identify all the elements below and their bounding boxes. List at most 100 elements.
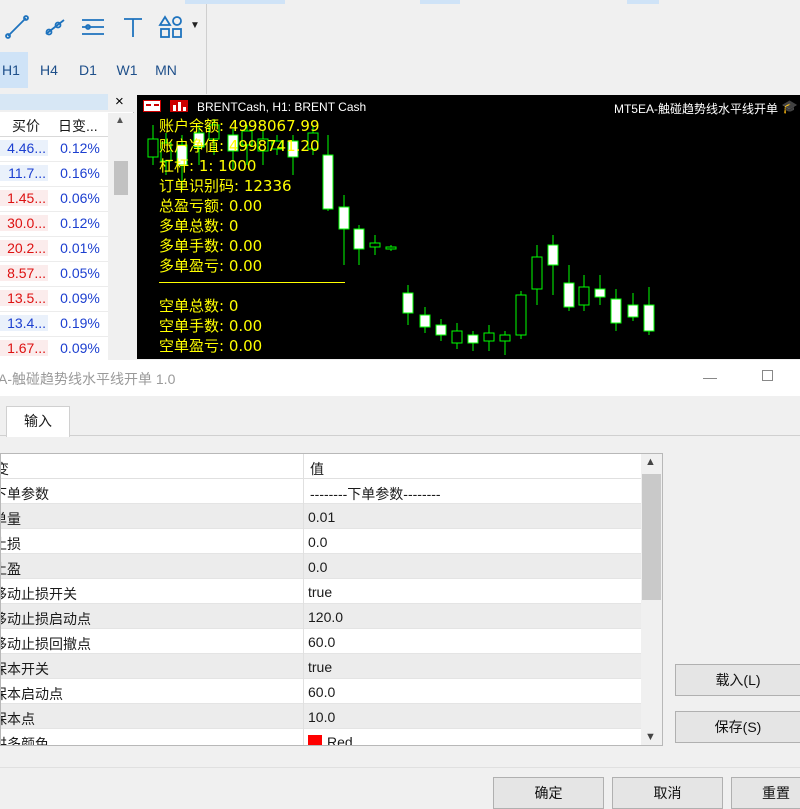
top-strip xyxy=(0,0,800,4)
chart-type-icon xyxy=(143,100,161,112)
market-watch-header: 买价 日变... xyxy=(0,113,108,137)
ok-button[interactable]: 确定 xyxy=(493,777,604,809)
long-count: 多单总数: 0 xyxy=(159,217,239,235)
table-row[interactable]: 保本点 10.0 xyxy=(1,704,641,729)
maximize-icon[interactable] xyxy=(762,370,773,381)
timeframe-w1[interactable]: W1 xyxy=(110,52,144,88)
candle-body xyxy=(322,154,334,210)
daily-change: 0.06% xyxy=(60,190,100,206)
parameters-table: 变 值 下单参数 --------下单参数-------- 单量 0.01 止损 0.… xyxy=(0,453,663,746)
timeframe-h1[interactable]: H1 xyxy=(0,52,28,88)
symbol-row[interactable]: 8.57... 0.05% xyxy=(0,262,108,287)
param-value[interactable]: 60.0 xyxy=(308,684,335,700)
graduation-cap-icon: 🎓 xyxy=(781,99,798,114)
scroll-thumb[interactable] xyxy=(642,474,661,600)
market-watch-rows: 4.46... 0.12% 11.7... 0.16% 1.45... 0.06% 3… xyxy=(0,137,108,362)
account-equity: 账户净值: 4998741.20 xyxy=(159,137,320,155)
param-value[interactable]: 120.0 xyxy=(308,609,343,625)
timeframe-h4[interactable]: H4 xyxy=(32,52,66,88)
shapes-icon[interactable] xyxy=(154,10,188,44)
reset-button[interactable]: 重置 xyxy=(731,777,800,809)
short-count: 空单总数: 0 xyxy=(159,297,239,315)
table-row[interactable]: 止损 0.0 xyxy=(1,529,641,554)
column-daily-change[interactable]: 日变... xyxy=(58,116,98,136)
param-name: 保本开关 xyxy=(1,661,49,677)
info-divider xyxy=(159,282,345,283)
table-row[interactable]: 保本启动点 60.0 xyxy=(1,679,641,704)
param-value[interactable]: --------下单参数-------- xyxy=(310,484,441,504)
scroll-thumb[interactable] xyxy=(114,161,128,195)
param-name: 止盈 xyxy=(1,561,21,577)
bid-price: 13.4... xyxy=(0,315,48,331)
param-value[interactable]: Red xyxy=(308,734,353,745)
param-value[interactable]: 60.0 xyxy=(308,634,335,650)
table-row[interactable]: 单量 0.01 xyxy=(1,504,641,529)
symbol-row[interactable]: 13.4... 0.19% xyxy=(0,312,108,337)
table-row[interactable]: 移动止损开关 true xyxy=(1,579,641,604)
bid-price: 13.5... xyxy=(0,290,48,306)
ray-icon[interactable] xyxy=(38,10,72,44)
symbol-row[interactable]: 13.5... 0.09% xyxy=(0,287,108,312)
table-row[interactable]: 移动止损启动点 120.0 xyxy=(1,604,641,629)
cancel-button[interactable]: 取消 xyxy=(612,777,723,809)
short-profit: 空单盈亏: 0.00 xyxy=(159,337,263,355)
column-bid[interactable]: 买价 xyxy=(12,116,40,136)
parameters-scrollbar[interactable]: ▲ ▼ xyxy=(641,454,662,745)
candle-body xyxy=(610,298,622,324)
trendline-icon[interactable] xyxy=(0,10,34,44)
symbol-row[interactable]: 1.67... 0.09% xyxy=(0,337,108,362)
table-row[interactable]: 讲多颜色 Red xyxy=(1,729,641,745)
channel-icon[interactable] xyxy=(76,10,110,44)
param-name: 移动止损开关 xyxy=(0,586,77,602)
timeframe-mn[interactable]: MN xyxy=(149,52,183,88)
table-row[interactable]: 止盈 0.0 xyxy=(1,554,641,579)
parameters-header: 变 值 xyxy=(1,454,641,479)
symbol-row[interactable]: 1.45... 0.06% xyxy=(0,187,108,212)
text-icon[interactable] xyxy=(116,10,150,44)
symbol-row[interactable]: 30.0... 0.12% xyxy=(0,212,108,237)
scroll-up-icon[interactable]: ▲ xyxy=(645,456,656,468)
column-variable[interactable]: 变 xyxy=(1,459,9,479)
column-value[interactable]: 值 xyxy=(310,459,324,479)
param-value[interactable]: 0.0 xyxy=(308,534,327,550)
table-row[interactable]: 保本开关 true xyxy=(1,654,641,679)
short-lots: 空单手数: 0.00 xyxy=(159,317,263,335)
candle-body xyxy=(369,242,381,248)
symbol-row[interactable]: 4.46... 0.12% xyxy=(0,137,108,162)
long-lots: 多单手数: 0.00 xyxy=(159,237,263,255)
load-button[interactable]: 载入(L) xyxy=(675,664,800,696)
param-value[interactable]: 0.01 xyxy=(308,509,335,525)
param-value[interactable]: 0.0 xyxy=(308,559,327,575)
timeframe-d1[interactable]: D1 xyxy=(71,52,105,88)
tab-inputs[interactable]: 输入 xyxy=(6,406,70,437)
footer-divider xyxy=(0,767,800,768)
candle-body xyxy=(467,334,479,344)
daily-change: 0.19% xyxy=(60,315,100,331)
table-row[interactable]: 下单参数 --------下单参数-------- xyxy=(1,479,641,504)
param-name: 下单参数 xyxy=(1,486,49,502)
bid-price: 1.67... xyxy=(0,340,48,356)
scroll-up-icon[interactable]: ▲ xyxy=(115,115,125,126)
param-name: 止损 xyxy=(1,536,21,552)
market-watch-scrollbar[interactable]: ▲ xyxy=(108,113,134,360)
symbol-row[interactable]: 11.7... 0.16% xyxy=(0,162,108,187)
close-icon[interactable]: × xyxy=(115,93,124,110)
bid-price: 4.46... xyxy=(0,140,48,156)
scroll-down-icon[interactable]: ▼ xyxy=(645,731,656,743)
save-button[interactable]: 保存(S) xyxy=(675,711,800,743)
color-swatch xyxy=(308,735,322,745)
daily-change: 0.12% xyxy=(60,140,100,156)
dialog-tabbar: 输入 xyxy=(0,396,800,437)
param-value[interactable]: 10.0 xyxy=(308,709,335,725)
table-row[interactable]: 移动止损回撤点 60.0 xyxy=(1,629,641,654)
leverage: 杠杆: 1: 1000 xyxy=(159,157,257,175)
chevron-down-icon[interactable]: ▼ xyxy=(190,20,200,31)
daily-change: 0.01% xyxy=(60,240,100,256)
price-chart[interactable]: BRENTCash, H1: BRENT Cash MT5EA-触碰趋势线水平线… xyxy=(137,95,800,359)
dialog-titlebar: A-触碰趋势线水平线开单 1.0 xyxy=(0,360,800,396)
symbol-row[interactable]: 20.2... 0.01% xyxy=(0,237,108,262)
minimize-icon[interactable] xyxy=(703,378,717,379)
param-value[interactable]: true xyxy=(308,659,332,675)
param-value[interactable]: true xyxy=(308,584,332,600)
total-profit: 总盈亏额: 0.00 xyxy=(159,197,263,215)
